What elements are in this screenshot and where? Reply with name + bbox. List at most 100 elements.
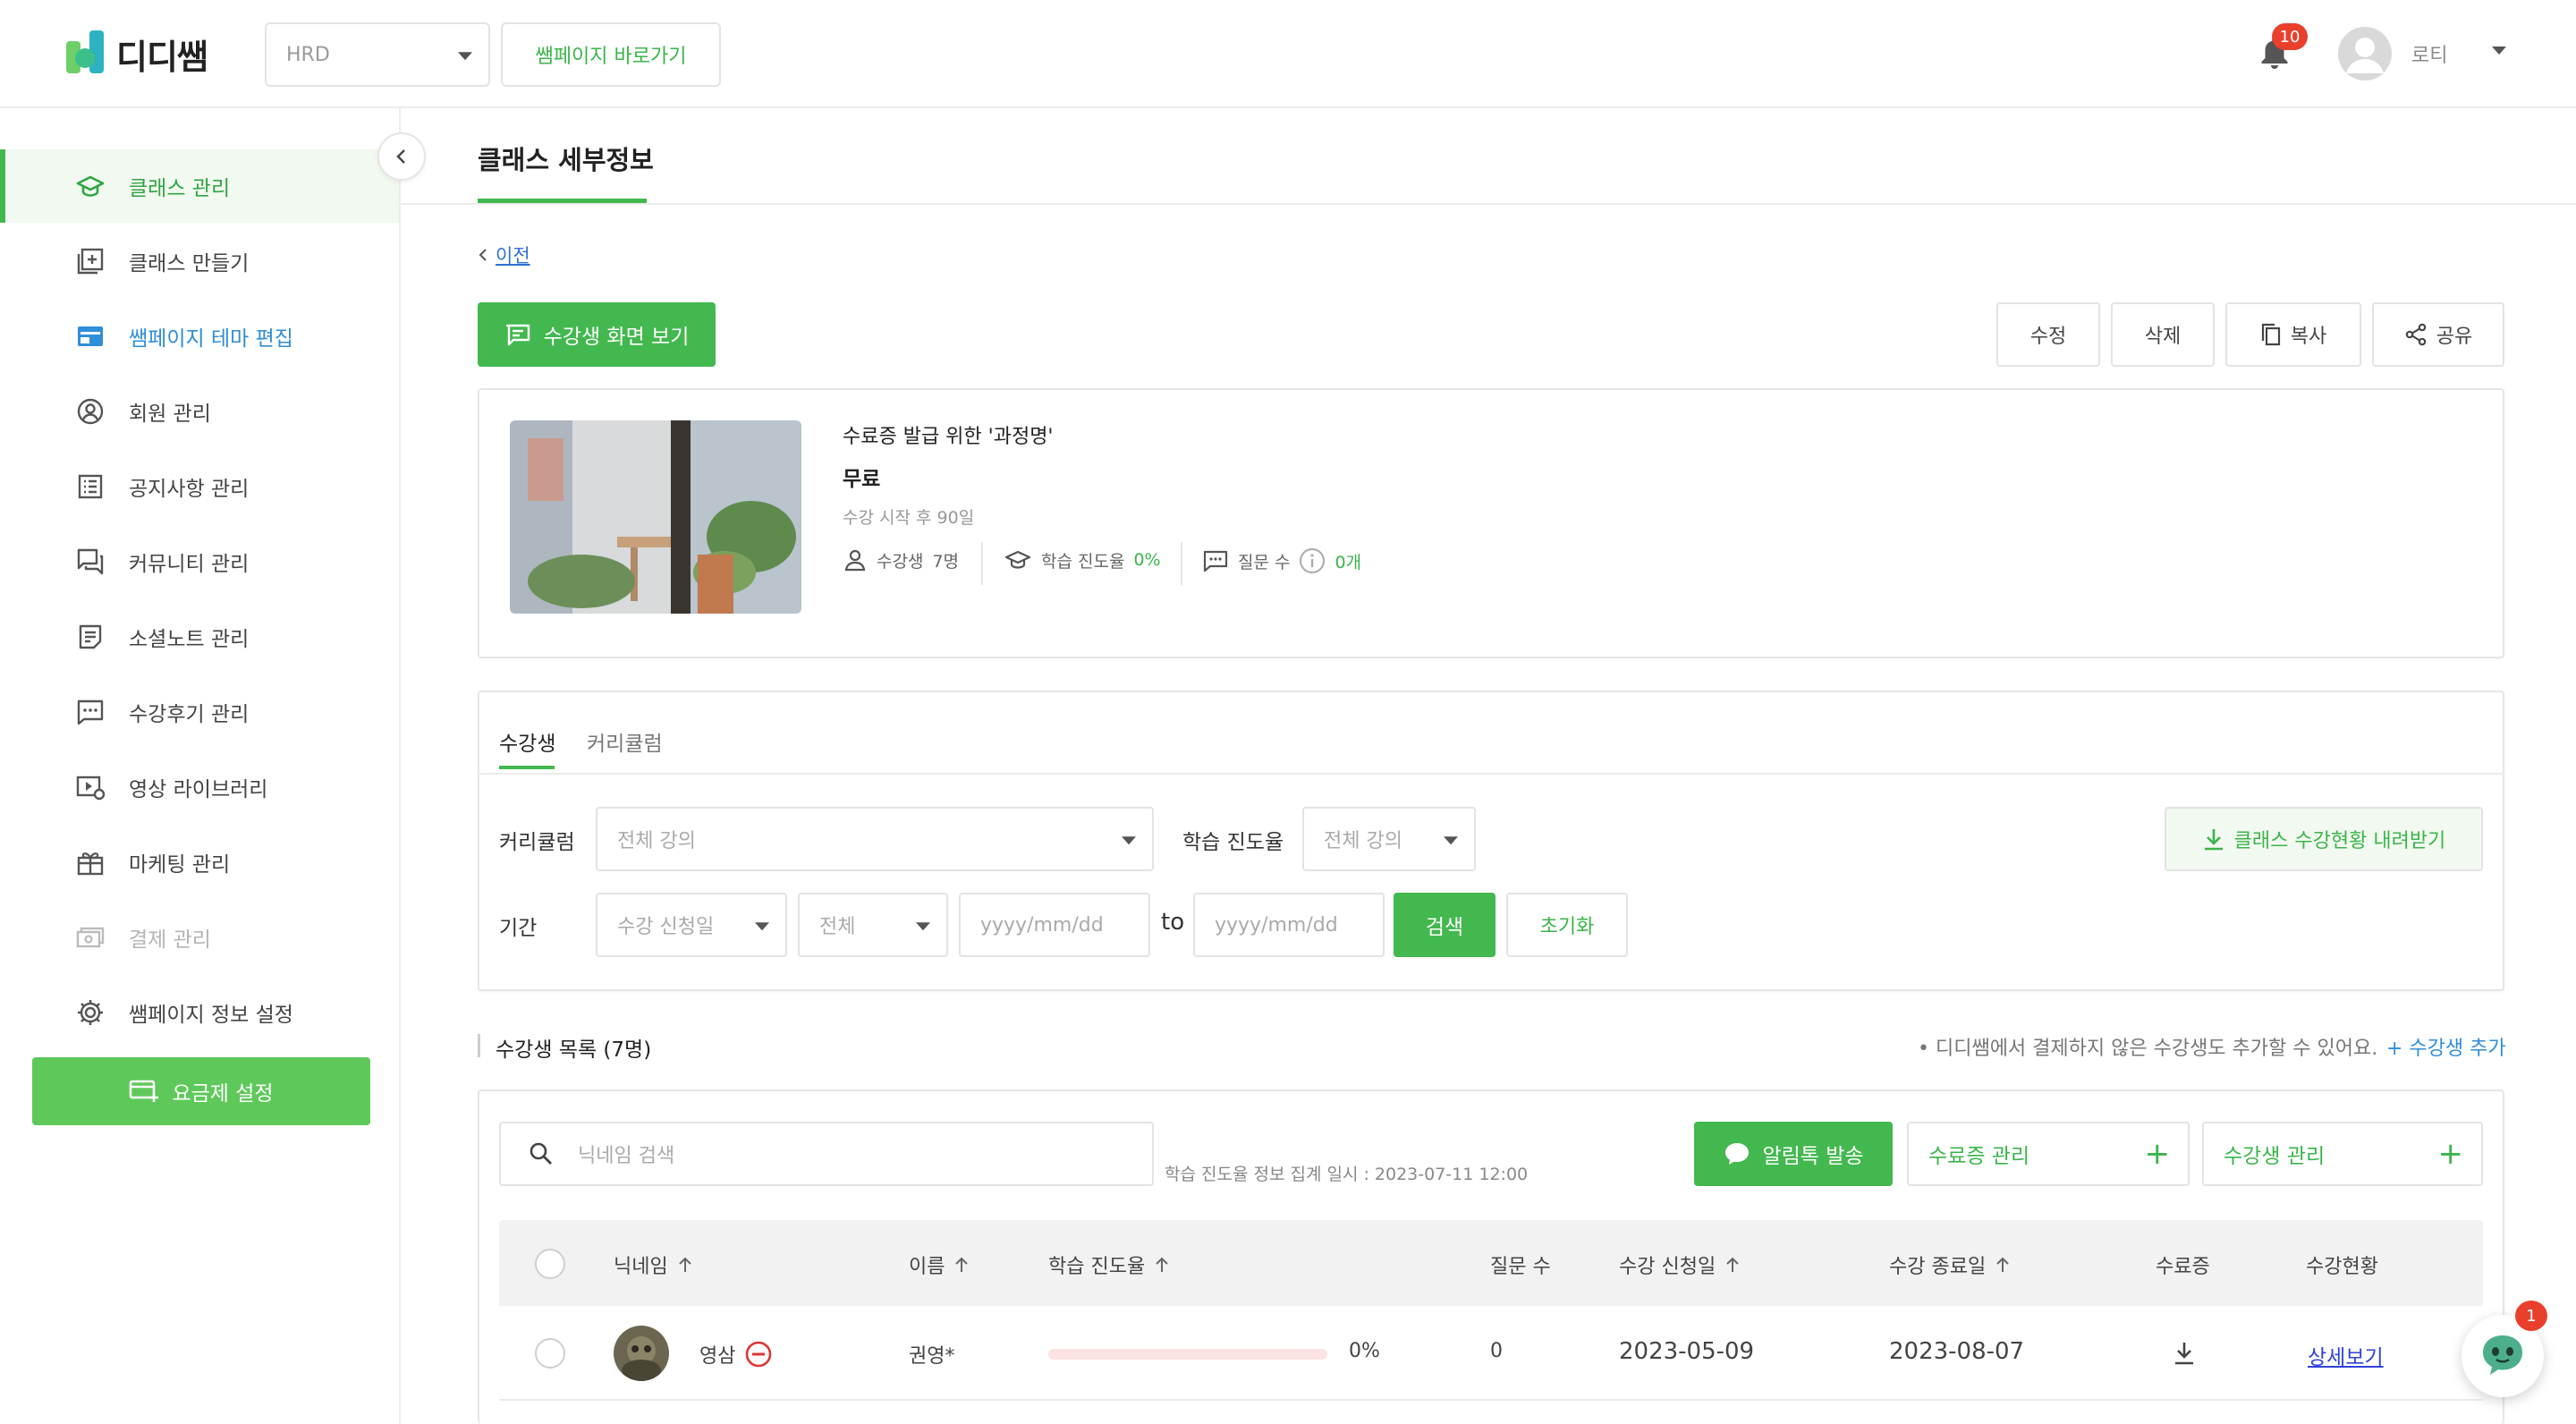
sidebar-item-community-manage[interactable]: 커뮤니티 관리 [0, 525, 399, 598]
sidebar-item-payment-manage[interactable]: 결제 관리 [0, 901, 399, 974]
avatar [614, 1326, 669, 1381]
chatbot-icon [2483, 1335, 2522, 1375]
column-progress[interactable]: 학습 진도율 [1048, 1250, 1170, 1279]
edit-label: 수정 [2029, 326, 2067, 348]
org-select[interactable]: HRD [265, 22, 490, 87]
nickname-search-input[interactable]: 닉네임 검색 [499, 1122, 1154, 1186]
column-end-date[interactable]: 수강 종료일 [1889, 1250, 2011, 1279]
row-detail-link[interactable]: 상세보기 [2308, 1340, 2384, 1370]
curriculum-select[interactable]: 전체 강의 [596, 807, 1154, 871]
sidebar-item-label: 클래스 관리 [129, 177, 231, 200]
tabs-divider [478, 773, 2504, 775]
row-name: 권영* [909, 1345, 955, 1368]
notification-badge: 10 [2272, 23, 2308, 50]
sidebar-item-label: 결제 관리 [129, 928, 211, 952]
row-select-radio[interactable] [535, 1338, 565, 1369]
search-icon [530, 1142, 552, 1165]
column-nickname[interactable]: 닉네임 [614, 1250, 693, 1279]
stat-students: 수강생 7명 [843, 547, 959, 572]
tab-curriculum[interactable]: 커리큘럼 [587, 726, 663, 757]
row-end-date: 2023-08-07 [1889, 1338, 2025, 1365]
card-plus-icon [130, 1080, 159, 1102]
column-start-date[interactable]: 수강 신청일 [1619, 1250, 1741, 1279]
student-manage-button[interactable]: 수강생 관리 + [2202, 1122, 2483, 1186]
sidebar-item-theme-edit[interactable]: 쌤페이지 테마 편집 [0, 300, 399, 373]
column-name-label: 이름 [909, 1256, 945, 1278]
sidebar-item-page-settings[interactable]: 쌤페이지 정보 설정 [0, 976, 399, 1049]
copy-label: 복사 [2290, 326, 2327, 348]
period-type-select[interactable]: 수강 신청일 [596, 893, 787, 957]
logo-text: 디디쌤 [116, 37, 208, 77]
back-link[interactable]: 이전 [478, 242, 530, 268]
row-questions: 0 [1490, 1340, 1503, 1362]
web-layout-icon [75, 321, 106, 352]
date-from-input[interactable]: yyyy/mm/dd [959, 893, 1150, 957]
column-progress-label: 학습 진도율 [1048, 1256, 1146, 1278]
page-title: 클래스 세부정보 [478, 145, 654, 175]
student-list-note: • 디디쌤에서 결제하지 않은 수강생도 추가할 수 있어요. [1918, 1038, 2378, 1060]
sidebar: 클래스 관리 클래스 만들기 쌤페이지 테마 편집 회원 관리 공지사항 관리 … [0, 108, 401, 1424]
sidebar-item-label: 클래스 만들기 [129, 252, 250, 275]
stat-students-value: 7명 [932, 551, 960, 572]
share-label: 공유 [2436, 326, 2473, 348]
sidebar-item-class-manage[interactable]: 클래스 관리 [0, 149, 399, 223]
sidebar-item-member-manage[interactable]: 회원 관리 [0, 375, 399, 448]
download-status-button[interactable]: 클래스 수강현황 내려받기 [2165, 807, 2483, 871]
date-to-placeholder: yyyy/mm/dd [1215, 913, 1338, 937]
plan-settings-button[interactable]: 요금제 설정 [32, 1057, 370, 1125]
sidebar-item-label: 공지사항 관리 [129, 478, 250, 501]
column-status: 수강현황 [2306, 1250, 2378, 1279]
student-view-button[interactable]: 수강생 화면 보기 [478, 302, 716, 367]
course-price: 무료 [843, 468, 881, 491]
delete-button[interactable]: 삭제 [2111, 302, 2215, 367]
curriculum-select-value: 전체 강의 [617, 830, 696, 852]
chevron-down-icon [1444, 836, 1458, 845]
screen-icon [505, 324, 530, 346]
stat-students-label: 수강생 [877, 551, 924, 572]
edit-button[interactable]: 수정 [1996, 302, 2100, 367]
share-icon [2405, 323, 2427, 346]
sample-page-button[interactable]: 쌤페이지 바로가기 [501, 22, 721, 87]
sidebar-item-class-create[interactable]: 클래스 만들기 [0, 225, 399, 298]
period-type-value: 수강 신청일 [617, 916, 715, 938]
tab-students[interactable]: 수강생 [499, 726, 555, 757]
certificate-manage-button[interactable]: 수료증 관리 + [1907, 1122, 2190, 1186]
progress-select[interactable]: 전체 강의 [1302, 807, 1476, 871]
course-period: 수강 시작 후 90일 [843, 508, 975, 528]
comment-icon [1203, 550, 1228, 572]
add-student-link[interactable]: + 수강생 추가 [2386, 1032, 2506, 1061]
share-button[interactable]: 공유 [2372, 302, 2504, 367]
remove-circle-icon[interactable] [744, 1340, 773, 1369]
search-button[interactable]: 검색 [1394, 893, 1496, 957]
stat-questions-label: 질문 수 [1238, 552, 1291, 572]
column-name[interactable]: 이름 [909, 1250, 970, 1279]
sidebar-item-review-manage[interactable]: 수강후기 관리 [0, 675, 399, 749]
copy-button[interactable]: 복사 [2225, 302, 2361, 367]
column-certificate-label: 수료증 [2156, 1256, 2210, 1278]
avatar[interactable] [2338, 27, 2392, 81]
row-nickname: 영삼 [699, 1345, 736, 1368]
sidebar-item-socialnote-manage[interactable]: 소셜노트 관리 [0, 600, 399, 674]
info-icon[interactable] [1299, 547, 1326, 574]
date-to-input[interactable]: yyyy/mm/dd [1193, 893, 1385, 957]
period-range-select[interactable]: 전체 [798, 893, 948, 957]
notify-button[interactable]: 알림톡 발송 [1694, 1122, 1893, 1186]
divider [1181, 542, 1182, 585]
reset-button[interactable]: 초기화 [1506, 893, 1628, 957]
column-status-label: 수강현황 [2306, 1256, 2378, 1278]
select-all-radio[interactable] [535, 1249, 565, 1279]
download-icon [2204, 829, 2223, 851]
logo[interactable]: 디디쌤 [66, 25, 215, 82]
sidebar-item-label: 수강후기 관리 [129, 703, 250, 726]
video-library-icon [75, 772, 106, 802]
sidebar-item-notice-manage[interactable]: 공지사항 관리 [0, 450, 399, 523]
chevron-left-icon [479, 249, 487, 261]
stat-progress-value: 0% [1133, 550, 1161, 570]
sidebar-item-video-library[interactable]: 영상 라이브러리 [0, 750, 399, 824]
certificate-download-icon[interactable] [2172, 1340, 2197, 1367]
payment-icon [75, 922, 106, 953]
sidebar-item-marketing-manage[interactable]: 마케팅 관리 [0, 826, 399, 899]
comment-icon [75, 697, 106, 727]
chevron-down-icon [1122, 836, 1136, 845]
user-menu-chevron-icon[interactable] [2492, 47, 2506, 55]
